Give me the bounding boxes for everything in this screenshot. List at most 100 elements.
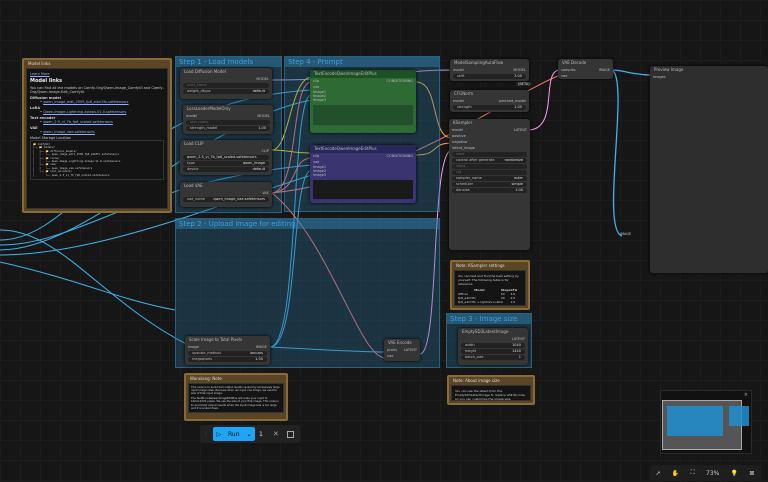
- select-pointer-icon[interactable]: ➚: [656, 470, 661, 477]
- model-link[interactable]: qwen_image_edit_2509_fp8_e4m3fn.safetens…: [43, 100, 128, 104]
- node-vae-encode[interactable]: VAE Encode pixels LATENT vae: [384, 339, 420, 361]
- seed-widget[interactable]: seed: [452, 152, 527, 157]
- steps-widget[interactable]: steps: [452, 164, 527, 169]
- output-conditioning[interactable]: CONDITIONING: [387, 79, 413, 83]
- note-model-links[interactable]: Model links Learn More Model links You c…: [22, 58, 172, 213]
- learn-more-link[interactable]: Learn More: [30, 72, 50, 76]
- width-widget[interactable]: width 1040: [461, 343, 525, 348]
- input-image3[interactable]: image3: [313, 173, 326, 177]
- output-model[interactable]: MODEL: [513, 68, 526, 72]
- drag-handle-icon[interactable]: ⋮: [203, 431, 209, 438]
- input-pixels[interactable]: pixels: [387, 348, 397, 352]
- prompt-textarea[interactable]: [313, 180, 413, 199]
- lightbulb-icon[interactable]: 💡: [731, 470, 738, 477]
- zoom-level-dropdown[interactable]: 73%: [706, 470, 719, 477]
- stop-icon[interactable]: [286, 430, 294, 438]
- node-load-vae[interactable]: Load VAE VAE vae_name qwen_image_vae.safe…: [180, 182, 272, 207]
- run-button[interactable]: ▷ Run ⌄: [213, 427, 255, 441]
- output-conditioning[interactable]: CONDITIONING: [387, 154, 413, 158]
- prompt-textarea[interactable]: [313, 105, 413, 125]
- upscale-method-widget[interactable]: upscale_method lanczos: [188, 351, 267, 356]
- reroute-node[interactable]: IMAGE: [620, 232, 631, 236]
- input-latent-image[interactable]: latent_image: [452, 146, 475, 150]
- type-widget[interactable]: type qwen_image: [183, 161, 269, 166]
- input-model[interactable]: model: [453, 99, 464, 103]
- clip-name-widget[interactable]: qwen_2.5_vl_7b_fp8_scaled.safetensors: [183, 155, 269, 160]
- chevron-down-icon[interactable]: ⌄: [246, 431, 251, 438]
- node-preview-image[interactable]: Preview Image images: [650, 66, 768, 273]
- hand-pan-icon[interactable]: ✋: [672, 470, 679, 477]
- output-vae[interactable]: VAE: [262, 191, 269, 195]
- shift-widget[interactable]: shift 3.00: [453, 74, 526, 79]
- input-clip[interactable]: clip: [313, 79, 319, 83]
- scheduler-widget[interactable]: scheduler simple: [452, 182, 527, 187]
- strength-widget[interactable]: strength_model 1.00: [186, 126, 270, 131]
- batch-size-widget[interactable]: batch_size 1: [461, 355, 525, 360]
- input-image[interactable]: image: [188, 345, 199, 349]
- output-latent[interactable]: LATENT: [514, 128, 527, 132]
- model-link[interactable]: Qwen-Image-Lightning-4steps-V1.0.safeten…: [43, 110, 126, 114]
- input-vae[interactable]: vae: [387, 354, 393, 358]
- output-patched-model[interactable]: patched_model: [499, 99, 526, 103]
- cfg-widget[interactable]: cfg: [452, 170, 527, 175]
- output-image[interactable]: IMAGE: [256, 345, 267, 349]
- denoise-widget[interactable]: denoise 1.00: [452, 188, 527, 193]
- node-load-diffusion-model[interactable]: Load Diffusion Model MODEL unet_name wei…: [180, 68, 272, 99]
- note-title: Note: KSampler settings: [456, 263, 505, 268]
- height-widget[interactable]: height 1440: [461, 349, 525, 354]
- note-text: This node is to avoid bad output results…: [191, 386, 280, 396]
- lora-name-widget[interactable]: lora_name: [186, 120, 270, 125]
- node-model-sampling-auraflow[interactable]: ModelSamplingAuraFlow model MODEL shift 3.…: [450, 59, 529, 81]
- input-images[interactable]: images: [653, 75, 666, 79]
- input-positive[interactable]: positive: [452, 134, 466, 138]
- minimap[interactable]: ×: [660, 390, 752, 454]
- note-ksampler-settings[interactable]: Note: KSampler settings You can test and…: [450, 260, 530, 310]
- note-intro: You can find all the models on Comfy-Org…: [30, 86, 164, 94]
- node-vae-decode[interactable]: VAE Decode samples IMAGE vae: [558, 59, 613, 79]
- output-latent[interactable]: LATENT: [512, 337, 525, 341]
- strength-widget[interactable]: strength 1.00: [453, 105, 526, 110]
- node-text-encode-negative[interactable]: TextEncodeQwenImageEditPlus clip CONDITIO…: [310, 145, 416, 203]
- model-link[interactable]: qwen_2.5_vl_7b_fp8_scaled.safetensors: [43, 120, 113, 124]
- batch-count-input[interactable]: 1: [259, 431, 263, 438]
- device-widget[interactable]: device default: [183, 167, 269, 172]
- output-latent[interactable]: LATENT: [404, 348, 417, 352]
- input-vae[interactable]: vae: [313, 160, 319, 164]
- input-model[interactable]: model: [453, 68, 464, 72]
- input-negative[interactable]: negative: [452, 140, 467, 144]
- input-samples[interactable]: samples: [561, 68, 576, 72]
- run-toolbar: ⋮ ▷ Run ⌄ 1 ✕: [200, 425, 300, 443]
- model-link[interactable]: qwen_image_vae.safetensors: [43, 130, 95, 134]
- node-ksampler[interactable]: KSampler model LATENT positive negative l…: [449, 119, 530, 250]
- sampler-widget[interactable]: sampler_name euler: [452, 176, 527, 181]
- input-clip[interactable]: clip: [313, 154, 319, 158]
- node-empty-sd3-latent[interactable]: EmptySD3LatentImage LATENT width 1040 hei…: [458, 328, 528, 365]
- node-cfgnorm[interactable]: CFGNorm model patched_model strength 1.00: [450, 90, 529, 112]
- input-vae[interactable]: vae: [313, 85, 319, 89]
- output-clip[interactable]: CLIP: [261, 149, 269, 153]
- close-icon[interactable]: ×: [744, 392, 748, 398]
- node-load-clip[interactable]: Load CLIP CLIP qwen_2.5_vl_7b_fp8_scaled…: [180, 140, 272, 175]
- input-model[interactable]: model: [452, 128, 463, 132]
- input-model[interactable]: model: [186, 114, 197, 118]
- toggle-links-icon[interactable]: ⊠: [749, 470, 754, 477]
- input-image3[interactable]: image3: [313, 98, 326, 102]
- play-icon: ▷: [216, 430, 222, 438]
- megapixels-widget[interactable]: megapixels 1.00: [188, 357, 267, 362]
- node-lora-loader[interactable]: LoraLoaderModelOnly model MODEL lora_name…: [183, 105, 273, 134]
- vae-name-widget[interactable]: vae_name qwen_image_vae.safetensors: [183, 197, 269, 202]
- output-model[interactable]: MODEL: [256, 77, 269, 81]
- node-text-encode-positive[interactable]: TextEncodeQwenImageEditPlus clip CONDITIO…: [310, 70, 416, 133]
- note-scale-info[interactable]: Wanxiang: Note This node is to avoid bad…: [184, 373, 288, 421]
- output-model[interactable]: MODEL: [257, 114, 270, 118]
- input-vae[interactable]: vae: [561, 74, 567, 78]
- output-image[interactable]: IMAGE: [599, 68, 610, 72]
- beta-badge: (BETA): [516, 82, 532, 86]
- cancel-icon[interactable]: ✕: [273, 430, 279, 438]
- unet-name-widget[interactable]: unet_name: [183, 83, 269, 88]
- control-after-generate-widget[interactable]: control after generate randomize: [452, 158, 527, 163]
- note-image-size[interactable]: Note: About image size You can use the l…: [447, 375, 535, 405]
- weight-dtype-widget[interactable]: weight_dtype default: [183, 89, 269, 94]
- fit-view-icon[interactable]: ⛶: [691, 469, 695, 477]
- node-scale-image[interactable]: Scale Image to Total Pixels image IMAGE u…: [185, 336, 270, 365]
